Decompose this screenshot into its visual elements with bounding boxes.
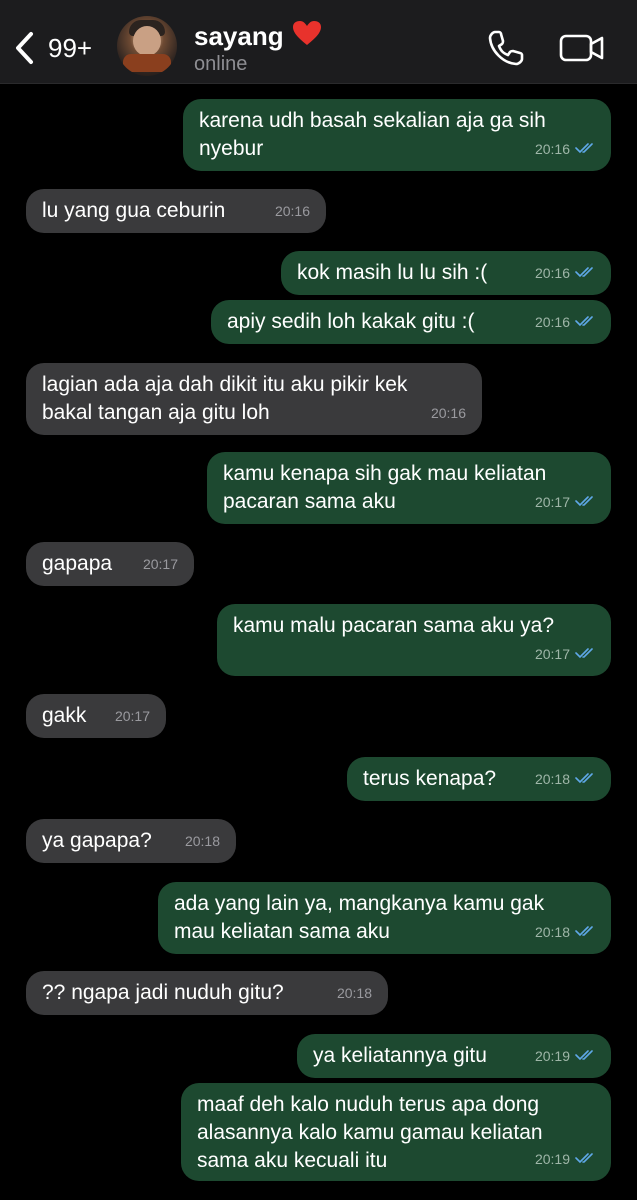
message-time: 20:17 [142,556,178,572]
message-time: 20:18 [336,985,372,1001]
message-bubble[interactable]: lu yang gua ceburin 20:16 [26,189,326,233]
message-time: 20:19 [534,1048,570,1064]
message-text: ada yang lain ya, mangkanya kamu gak mau… [174,892,545,943]
message-meta: 20:17 [535,488,597,516]
contact-name: sayang [194,21,284,51]
message-bubble[interactable]: ada yang lain ya, mangkanya kamu gak mau… [158,882,611,954]
double-check-icon [575,308,597,336]
message-time: 20:16 [534,314,570,330]
message-bubble[interactable]: kamu malu pacaran sama aku ya? 20:17 [217,604,611,676]
message-meta: 20:17 [535,640,597,668]
message-meta: 20:18 [337,979,372,1007]
red-heart-icon [292,20,322,53]
chevron-left-icon [16,32,33,64]
message-time: 20:16 [274,203,310,219]
message-time: 20:17 [534,646,570,662]
message-bubble[interactable]: terus kenapa? 20:18 [347,757,611,801]
message-meta: 20:18 [535,918,597,946]
message-meta: 20:17 [115,702,150,730]
voice-call-button[interactable] [486,28,526,68]
message-time: 20:19 [534,1151,570,1167]
contact-status: online [194,53,248,75]
message-text: kamu malu pacaran sama aku ya? [233,614,554,637]
message-bubble[interactable]: kok masih lu lu sih :( 20:16 [281,251,611,295]
double-check-icon [575,1145,597,1173]
message-time: 20:17 [534,494,570,510]
double-check-icon [575,259,597,287]
chat-screen: 99+ sayang online karena udh basah sekal… [0,0,637,1200]
message-bubble[interactable]: lagian ada aja dah dikit itu aku pikir k… [26,363,482,435]
message-meta: 20:16 [275,197,310,225]
double-check-icon [575,765,597,793]
message-meta: 20:16 [535,259,597,287]
message-bubble[interactable]: karena udh basah sekalian aja ga sih nye… [183,99,611,171]
message-time: 20:18 [184,833,220,849]
message-bubble[interactable]: ya gapapa? 20:18 [26,819,236,863]
message-text: lagian ada aja dah dikit itu aku pikir k… [42,373,408,424]
unread-count: 99+ [48,32,93,63]
message-text: lu yang gua ceburin [42,199,226,222]
message-meta: 20:19 [535,1042,597,1070]
message-meta: 20:18 [535,765,597,793]
message-meta: 20:18 [185,827,220,855]
message-bubble[interactable]: maaf deh kalo nuduh terus apa dong alasa… [181,1083,611,1181]
phone-icon [488,30,524,66]
message-bubble[interactable]: ya keliatannya gitu 20:19 [297,1034,611,1078]
double-check-icon [575,135,597,163]
message-time: 20:17 [114,708,150,724]
video-camera-icon [559,34,604,62]
message-time: 20:16 [534,141,570,157]
chat-header: 99+ sayang online [0,0,637,84]
message-meta: 20:16 [535,308,597,336]
message-text: ?? ngapa jadi nuduh gitu? [42,981,284,1004]
message-bubble[interactable]: ?? ngapa jadi nuduh gitu? 20:18 [26,971,388,1015]
message-bubble[interactable]: kamu kenapa sih gak mau keliatan pacaran… [207,452,611,524]
message-time: 20:16 [430,405,466,421]
avatar[interactable] [117,16,177,76]
message-bubble[interactable]: gakk 20:17 [26,694,166,738]
message-meta: 20:17 [143,550,178,578]
message-bubble[interactable]: apiy sedih loh kakak gitu :( 20:16 [211,300,611,344]
message-meta: 20:19 [535,1145,597,1173]
contact-name-group[interactable]: sayang [194,20,322,53]
message-meta: 20:16 [535,135,597,163]
double-check-icon [575,1042,597,1070]
back-button[interactable]: 99+ [14,28,114,68]
double-check-icon [575,640,597,668]
double-check-icon [575,918,597,946]
double-check-icon [575,488,597,516]
message-bubble[interactable]: gapapa 20:17 [26,542,194,586]
message-time: 20:16 [534,265,570,281]
message-meta: 20:16 [431,399,466,427]
message-time: 20:18 [534,924,570,940]
message-time: 20:18 [534,771,570,787]
video-call-button[interactable] [558,30,606,66]
